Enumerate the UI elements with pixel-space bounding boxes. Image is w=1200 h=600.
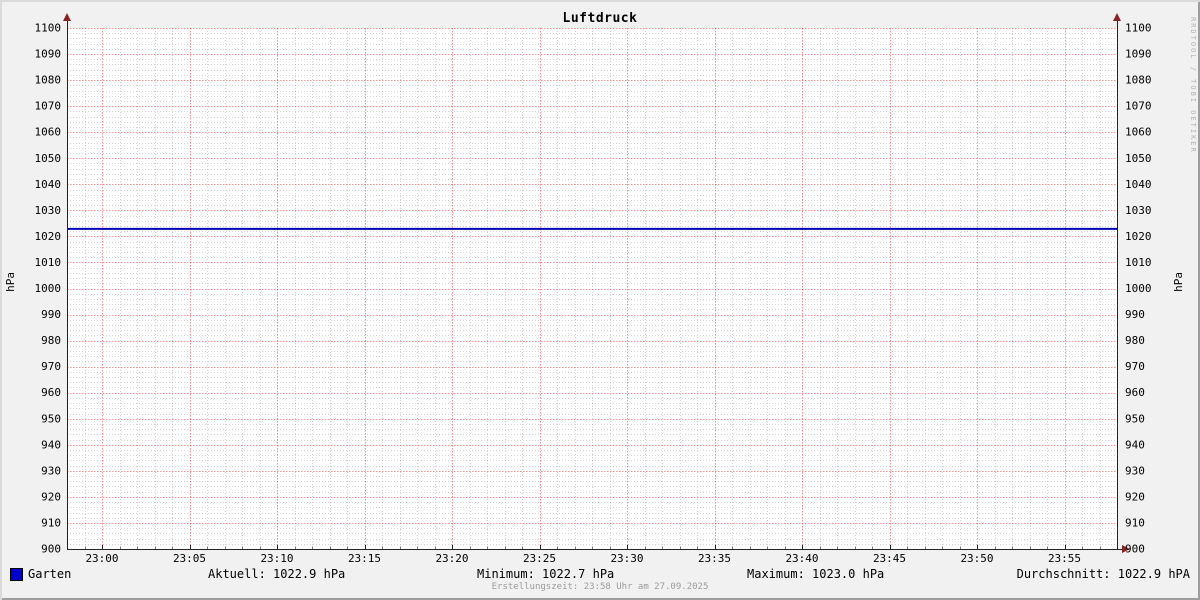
y-tick-label-right: 940 xyxy=(1125,438,1145,451)
series-color-swatch xyxy=(10,568,23,581)
y-tick-label-right: 930 xyxy=(1125,464,1145,477)
stat-minimum: Minimum: 1022.7 hPa xyxy=(477,567,615,581)
y-tick-label-left: 1090 xyxy=(35,48,62,61)
y-tick-label-left: 970 xyxy=(41,360,61,373)
x-tick-label: 23:35 xyxy=(698,552,731,565)
y-tick-label-right: 900 xyxy=(1125,543,1145,556)
y-tick-label-right: 920 xyxy=(1125,490,1145,503)
chart-plot-area: 900 900 910 910 920 920 930 930 940 940 950 950 960 9… xyxy=(35,13,1152,565)
y-axis-unit-left: hPa xyxy=(4,272,17,292)
y-tick-label-left: 1030 xyxy=(35,204,62,217)
y-tick-label-left: 980 xyxy=(41,334,61,347)
y-tick-label-left: 1020 xyxy=(35,230,62,243)
y-tick-label-left: 1050 xyxy=(35,152,62,165)
y-tick-label-left: 1080 xyxy=(35,74,62,87)
y-tick-label-left: 990 xyxy=(41,308,61,321)
y-tick-label-left: 1060 xyxy=(35,126,62,139)
y-tick-label-right: 1010 xyxy=(1125,256,1152,269)
x-tick-label: 23:30 xyxy=(610,552,643,565)
x-tick-label: 23:05 xyxy=(173,552,206,565)
y-tick-label-right: 1020 xyxy=(1125,230,1152,243)
y-tick-label-right: 950 xyxy=(1125,412,1145,425)
y-tick-label-right: 990 xyxy=(1125,308,1145,321)
rrdtool-watermark: RRDTOOL / TOBI OETIKER xyxy=(1189,17,1197,154)
stat-maximum: Maximum: 1023.0 hPa xyxy=(747,567,885,581)
y-tick-label-right: 1070 xyxy=(1125,100,1152,113)
y-tick-label-right: 1060 xyxy=(1125,126,1152,139)
y-tick-label-left: 900 xyxy=(41,543,61,556)
y-tick-label-right: 970 xyxy=(1125,360,1145,373)
x-tick-label: 23:20 xyxy=(435,552,468,565)
stat-aktuell: Aktuell: 1022.9 hPa xyxy=(208,567,346,581)
y-tick-label-right: 1080 xyxy=(1125,74,1152,87)
x-tick-label: 23:00 xyxy=(85,552,118,565)
x-tick-label: 23:15 xyxy=(348,552,381,565)
x-tick-label: 23:25 xyxy=(523,552,556,565)
y-tick-label-right: 910 xyxy=(1125,516,1145,529)
rrdtool-graph: 900 900 910 910 920 920 930 930 940 940 950 950 960 9… xyxy=(0,0,1200,600)
y-tick-label-right: 960 xyxy=(1125,386,1145,399)
creation-timestamp: Erstellungszeit: 23:58 Uhr am 27.09.2025 xyxy=(491,582,709,592)
x-tick-label: 23:40 xyxy=(785,552,818,565)
x-tick-label: 23:10 xyxy=(260,552,293,565)
y-tick-label-left: 1010 xyxy=(35,256,62,269)
chart-title: Luftdruck xyxy=(562,11,638,26)
y-tick-label-left: 920 xyxy=(41,490,61,503)
x-tick-label: 23:55 xyxy=(1048,552,1081,565)
y-tick-label-left: 910 xyxy=(41,516,61,529)
y-tick-label-left: 1070 xyxy=(35,100,62,113)
y-tick-label-right: 1000 xyxy=(1125,282,1152,295)
y-tick-label-left: 1000 xyxy=(35,282,62,295)
y-axis-unit-right: hPa xyxy=(1172,272,1185,292)
x-tick-label: 23:50 xyxy=(960,552,993,565)
y-tick-label-right: 980 xyxy=(1125,334,1145,347)
y-tick-label-right: 1030 xyxy=(1125,204,1152,217)
series-name-label: Garten xyxy=(28,567,72,581)
x-tick-label: 23:45 xyxy=(873,552,906,565)
y-tick-label-left: 950 xyxy=(41,412,61,425)
y-tick-label-left: 940 xyxy=(41,438,61,451)
y-tick-label-left: 930 xyxy=(41,464,61,477)
y-tick-label-left: 1040 xyxy=(35,178,62,191)
y-tick-label-right: 1040 xyxy=(1125,178,1152,191)
y-tick-label-left: 960 xyxy=(41,386,61,399)
legend-row: Garten Aktuell: 1022.9 hPa Minimum: 1022… xyxy=(0,567,1200,581)
stat-durchschnitt: Durchschnitt: 1022.9 hPA xyxy=(1016,567,1190,581)
y-tick-label-right: 1050 xyxy=(1125,152,1152,165)
y-tick-label-right: 1090 xyxy=(1125,48,1152,61)
